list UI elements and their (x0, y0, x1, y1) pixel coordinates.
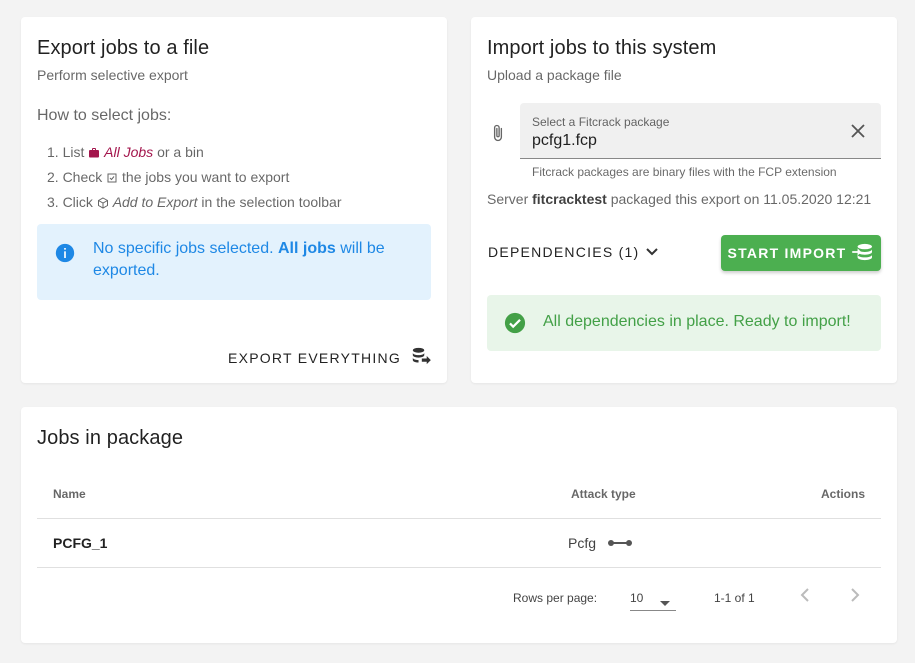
file-input-label: Select a Fitcrack package (532, 115, 670, 129)
file-input-hint: Fitcrack packages are binary files with … (532, 165, 837, 179)
selection-steps: 1. List All Jobs or a bin 2. Check the j… (47, 141, 342, 216)
step-3-prefix: 3. Click (47, 194, 93, 210)
paperclip-icon[interactable] (489, 122, 507, 149)
column-attack-type[interactable]: Attack type (571, 487, 636, 501)
step-2-prefix: 2. Check (47, 169, 103, 185)
step-2-suffix: the jobs you want to export (122, 169, 290, 185)
server-info: Server fitcracktest packaged this export… (487, 191, 871, 207)
no-selection-text: No specific jobs selected. All jobs will… (93, 238, 407, 282)
dependencies-button[interactable]: Dependencies (1) (488, 244, 659, 260)
package-icon (97, 193, 109, 216)
page-info: 1-1 of 1 (714, 591, 755, 605)
jobs-in-package-card: Jobs in package Name Attack type Actions… (21, 407, 897, 643)
dependencies-ok-alert: All dependencies in place. Ready to impo… (487, 295, 881, 351)
step-1-prefix: 1. List (47, 144, 85, 160)
jobs-table: Name Attack type Actions PCFG_1 Pcfg (37, 479, 881, 568)
all-jobs-link[interactable]: All Jobs (104, 144, 153, 160)
step-1: 1. List All Jobs or a bin (47, 141, 342, 166)
export-everything-button[interactable]: Export everything (228, 347, 431, 368)
step-1-suffix: or a bin (157, 144, 204, 160)
server-prefix: Server (487, 191, 529, 207)
import-card: Import jobs to this system Upload a pack… (471, 17, 897, 383)
job-attack-type: Pcfg (568, 535, 633, 551)
close-icon[interactable] (851, 124, 865, 143)
check-circle-icon (504, 312, 526, 339)
job-name: PCFG_1 (53, 535, 108, 551)
chevron-right-icon[interactable] (850, 587, 860, 606)
import-subtitle: Upload a package file (487, 67, 622, 83)
how-to-select-title: How to select jobs: (37, 107, 172, 124)
table-row[interactable]: PCFG_1 Pcfg (37, 519, 881, 568)
add-to-export-label: Add to Export (112, 194, 198, 210)
column-name[interactable]: Name (53, 487, 86, 501)
export-icon (411, 347, 431, 368)
no-selection-alert: No specific jobs selected. All jobs will… (37, 224, 431, 300)
briefcase-icon (88, 143, 100, 166)
info-icon (55, 243, 75, 268)
import-title: Import jobs to this system (487, 37, 717, 59)
table-header: Name Attack type Actions (37, 479, 881, 519)
start-import-label: Start Import (727, 245, 847, 261)
checkbox-icon (106, 168, 118, 191)
export-title: Export jobs to a file (37, 37, 210, 59)
export-card: Export jobs to a file Perform selective … (21, 17, 447, 383)
dependencies-label: Dependencies (1) (488, 244, 640, 260)
chevron-down-icon (645, 244, 659, 260)
start-import-button[interactable]: Start Import (721, 235, 881, 271)
attack-type-label: Pcfg (568, 535, 597, 551)
server-name: fitcracktest (532, 191, 607, 207)
file-input-value: pcfg1.fcp (532, 132, 597, 149)
chevron-left-icon[interactable] (800, 587, 810, 606)
rows-per-page-label: Rows per page: (513, 591, 598, 605)
dependencies-ok-text: All dependencies in place. Ready to impo… (543, 313, 851, 330)
column-actions: Actions (820, 487, 865, 501)
package-file-input[interactable]: Select a Fitcrack package pcfg1.fcp (520, 103, 881, 159)
import-icon (852, 243, 874, 264)
rows-per-page-select[interactable]: 10 (630, 583, 676, 611)
alert-text-a: No specific jobs selected. (93, 240, 274, 257)
step-3-suffix: in the selection toolbar (201, 194, 342, 210)
export-subtitle: Perform selective export (37, 67, 188, 83)
export-everything-label: Export everything (228, 349, 401, 366)
rows-per-page-value: 10 (630, 591, 644, 605)
jobs-title: Jobs in package (37, 427, 184, 449)
table-footer: Rows per page: 10 1-1 of 1 (37, 577, 881, 617)
step-2: 2. Check the jobs you want to export (47, 166, 342, 191)
caret-down-icon (660, 595, 670, 609)
step-3: 3. Click Add to Export in the selection … (47, 191, 342, 216)
server-suffix: packaged this export on 11.05.2020 12:21 (610, 191, 872, 207)
alert-text-b: All jobs (277, 240, 336, 257)
pcfg-icon (608, 535, 633, 551)
